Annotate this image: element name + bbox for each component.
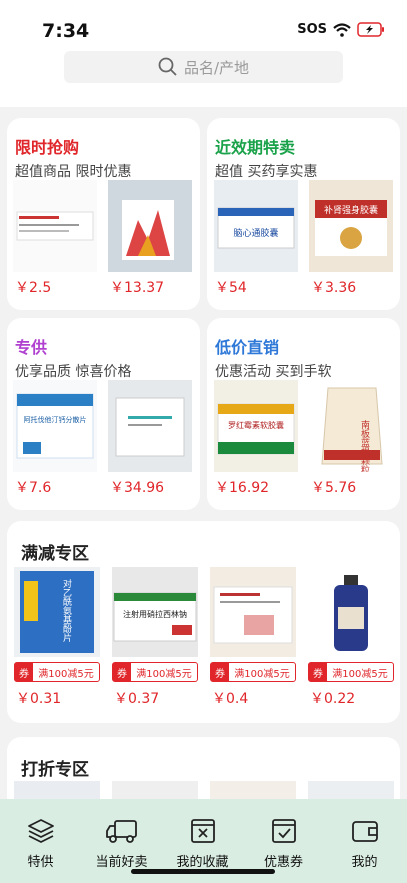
product-image[interactable]: 对乙酰氨基酚片: [14, 567, 100, 657]
product-price: ￥16.92: [215, 480, 270, 496]
product-image[interactable]: 补肾强身胶囊: [309, 180, 393, 272]
battery-icon: [357, 22, 384, 37]
product-image[interactable]: 脑心通胶囊: [214, 180, 298, 272]
card-title: 专供: [15, 338, 48, 357]
product-price: ￥0.31: [16, 691, 62, 707]
product-image[interactable]: 南板蓝根颗粒: [310, 380, 394, 472]
status-time: 7:34: [42, 20, 90, 42]
coupon-label: 券: [15, 663, 33, 681]
tab-label: 当前好卖: [95, 855, 148, 870]
home-indicator: [131, 869, 275, 874]
product-price: ￥7.6: [15, 480, 52, 496]
card-subtitle: 超值 买药享实惠: [215, 164, 318, 180]
card-title: 低价直销: [215, 338, 280, 357]
tab-label: 特供: [27, 855, 54, 870]
product-image[interactable]: 罗红霉素软胶囊: [214, 380, 298, 472]
coupon-label: 券: [113, 663, 131, 681]
coupon-label: 券: [309, 663, 327, 681]
tab-mine[interactable]: 我的: [324, 799, 405, 883]
card-subtitle: 优惠活动 买到手软: [215, 364, 332, 380]
product-image[interactable]: [210, 567, 296, 657]
truck-icon: [105, 820, 137, 843]
promo-card-flash-sale[interactable]: 限时抢购 超值商品 限时优惠 ￥2.5 ￥13.37: [7, 118, 200, 310]
product-price: ￥0.4: [212, 691, 249, 707]
product-price: ￥5.76: [311, 480, 357, 496]
product-image[interactable]: [108, 180, 192, 272]
sos-label: SOS: [297, 22, 327, 37]
product-price: ￥0.37: [114, 691, 160, 707]
coupon-text: 满100减5元: [332, 668, 388, 680]
product-image[interactable]: [108, 380, 192, 472]
card-title: 近效期特卖: [215, 138, 296, 157]
coupon-tag[interactable]: 券 满100减5元: [308, 662, 394, 682]
box-text: 补肾强身胶囊: [324, 204, 378, 216]
coupon-text: 满100减5元: [38, 668, 94, 680]
product-image[interactable]: 注射用硝拉西林钠: [112, 567, 198, 657]
card-subtitle: 超值商品 限时优惠: [15, 164, 132, 180]
status-icons: SOS: [297, 22, 385, 37]
box-text: 脑心通胶囊: [233, 227, 278, 239]
product-price: ￥2.5: [15, 280, 52, 296]
product-image[interactable]: [13, 180, 97, 272]
search-icon: [158, 57, 177, 76]
search-bar[interactable]: 品名/产地: [64, 51, 343, 83]
product-price: ￥54: [215, 280, 247, 296]
product-price: ￥3.36: [311, 280, 357, 296]
card-subtitle: 优享品质 惊喜价格: [15, 364, 132, 380]
tab-special-supply[interactable]: 特供: [0, 799, 81, 883]
box-text: 注射用硝拉西林钠: [123, 609, 187, 619]
section-title: 满减专区: [21, 544, 89, 564]
tab-label: 我的: [351, 855, 378, 870]
promo-card-near-expiry[interactable]: 近效期特卖 超值 买药享实惠 脑心通胶囊 补肾强身胶囊 ￥54 ￥3.36: [207, 118, 400, 310]
box-text: 南板蓝根颗粒: [359, 419, 370, 472]
tab-label: 我的收藏: [176, 855, 229, 870]
layers-icon: [27, 819, 54, 843]
product-image[interactable]: [308, 567, 394, 657]
section-title: 打折专区: [21, 760, 89, 780]
coupon-tag[interactable]: 券 满100减5元: [210, 662, 296, 682]
promo-card-exclusive[interactable]: 专供 优享品质 惊喜价格 阿托伐他汀钙分散片 ￥7.6 ￥34.96: [7, 318, 200, 510]
coupon-tag[interactable]: 券 满100减5元: [112, 662, 198, 682]
wifi-icon: [333, 22, 351, 37]
product-price: ￥34.96: [110, 480, 165, 496]
product-price: ￥0.22: [310, 691, 356, 707]
coupon-label: 券: [211, 663, 229, 681]
coupon-tag[interactable]: 券 满100减5元: [14, 662, 100, 682]
wallet-icon: [351, 821, 378, 842]
header: 7:34 SOS 品名/产地: [0, 0, 407, 107]
box-text: 罗红霉素软胶囊: [228, 420, 284, 430]
coupon-text: 满100减5元: [136, 668, 192, 680]
search-placeholder: 品名/产地: [183, 58, 250, 77]
box-text: 阿托伐他汀钙分散片: [24, 415, 87, 424]
product-price: ￥13.37: [110, 280, 165, 296]
coupon-text: 满100减5元: [234, 668, 290, 680]
promo-card-low-price[interactable]: 低价直销 优惠活动 买到手软 罗红霉素软胶囊 南板蓝根颗粒 ￥16.92 ￥5.…: [207, 318, 400, 510]
box-x-icon: [190, 819, 215, 843]
box-check-icon: [271, 819, 296, 843]
tab-label: 优惠券: [263, 855, 303, 870]
card-title: 限时抢购: [15, 138, 80, 157]
box-text: 对乙酰氨基酚片: [61, 578, 72, 643]
product-image[interactable]: 阿托伐他汀钙分散片: [13, 380, 97, 472]
discount-section: 满减专区 对乙酰氨基酚片 注射用硝拉西林钠 券 满100减5元 券 满100减5…: [7, 521, 400, 723]
